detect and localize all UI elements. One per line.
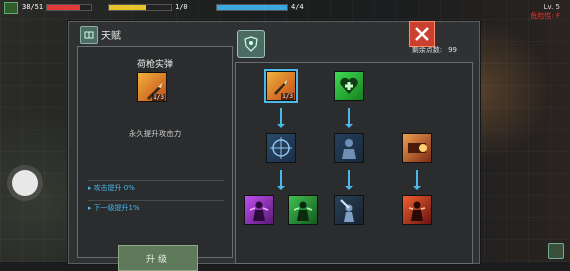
xp-bar-group: 1/0: [108, 3, 188, 11]
tree-node-heart[interactable]: [334, 71, 364, 101]
talent-book-icon: [80, 26, 98, 44]
joystick[interactable]: [12, 170, 38, 196]
tree-node-purple-aura[interactable]: [244, 195, 274, 225]
hp-bar: [46, 3, 93, 11]
close-x-icon: [415, 27, 429, 41]
node-level: 1/3: [281, 93, 294, 100]
hp-fill: [47, 4, 80, 10]
green-aura-icon: [293, 201, 313, 221]
connector: [277, 170, 285, 190]
tree-node-bullet[interactable]: 1/3: [266, 71, 296, 101]
tree-node-rage[interactable]: [402, 195, 432, 225]
talent-panel: 天赋 荷枪实弹 1/3 永久提升攻击力 ▸ 攻击提升 0% ▸ 下一级提升1% 升级…: [68, 21, 480, 271]
purple-aura-icon: [249, 201, 269, 221]
talent-tree: 1/3: [235, 62, 473, 264]
skill-description: 永久提升攻击力: [128, 129, 182, 138]
side-action-button[interactable]: [548, 243, 564, 259]
danger-level: 危险性: F: [530, 12, 560, 20]
stat-next: ▸ 下一级提升1%: [88, 200, 224, 215]
sword-raise-icon: [340, 199, 354, 222]
xp-bar: [108, 3, 172, 11]
player-badge: [4, 2, 18, 14]
arrow-right-icon: ▸: [88, 204, 92, 212]
tree-node-soldier[interactable]: [334, 133, 364, 163]
close-button[interactable]: [409, 21, 435, 47]
xp-text: 1/0: [175, 3, 188, 11]
shield-tab-icon[interactable]: [237, 30, 265, 58]
energy-bar-group: 4/4: [216, 3, 304, 11]
heart-plus-icon: [340, 77, 358, 94]
tree-node-green-aura[interactable]: [288, 195, 318, 225]
upgrade-button[interactable]: 升级: [118, 245, 198, 271]
stat-next-text: 下一级提升1%: [93, 204, 140, 212]
connector: [345, 108, 353, 128]
points-value: 99: [448, 46, 457, 54]
energy-text: 4/4: [291, 3, 304, 11]
corner-info: Lv. 5 危险性: F: [530, 3, 560, 21]
energy-fill: [217, 4, 287, 10]
soldier-icon: [342, 139, 356, 159]
player-level: Lv. 5: [543, 3, 560, 11]
stat-current: ▸ 攻击提升 0%: [88, 180, 224, 195]
connector: [413, 170, 421, 190]
energy-bar: [216, 3, 288, 11]
arrow-right-icon: ▸: [88, 184, 92, 192]
tree-node-crosshair[interactable]: [266, 133, 296, 163]
tree-node-explosion[interactable]: [402, 133, 432, 163]
tree-node-sword[interactable]: [334, 195, 364, 225]
panel-title: 天赋: [101, 31, 121, 42]
xp-fill: [109, 4, 147, 10]
hp-text: 38/51: [22, 3, 44, 11]
connector: [345, 170, 353, 190]
skill-level: 1/3: [152, 94, 165, 101]
crosshair-icon: [270, 137, 292, 159]
connector: [277, 108, 285, 128]
skill-name: 荷枪实弹: [136, 60, 173, 70]
explosion-icon: [408, 143, 427, 153]
rage-icon: [408, 201, 426, 221]
skill-detail-card: 荷枪实弹 1/3 永久提升攻击力 ▸ 攻击提升 0% ▸ 下一级提升1% 升级: [77, 46, 233, 271]
bullet-icon: 1/3: [137, 72, 167, 102]
stat-current-text: 攻击提升 0%: [93, 184, 135, 192]
points-label: 剩余点数:: [411, 46, 443, 54]
hp-bar-group: 38/51: [22, 3, 93, 11]
